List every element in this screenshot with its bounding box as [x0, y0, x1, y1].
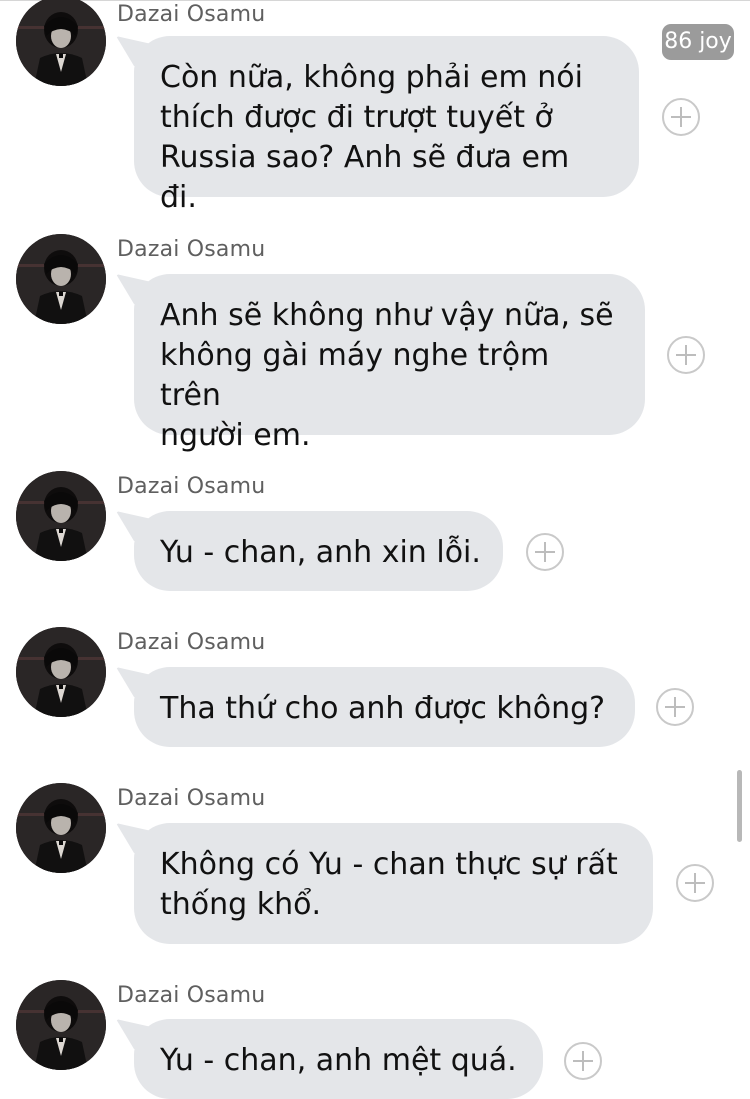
- message-line: Không có Yu - chan thực sự rất: [160, 847, 618, 882]
- chat-thread[interactable]: Dazai Osamu Còn nữa, không phải em nói t…: [0, 0, 750, 1099]
- message-bubble-wrap: Anh sẽ không như vậy nữa, sẽ không gài m…: [134, 274, 645, 453]
- message-line: thống khổ.: [160, 887, 322, 922]
- message-line: Yu - chan, anh xin lỗi.: [160, 535, 481, 570]
- sender-name: Dazai Osamu: [117, 786, 266, 811]
- message-bubble-wrap: Tha thứ cho anh được không?: [134, 667, 635, 747]
- message-bubble-wrap: Còn nữa, không phải em nói thích được đi…: [134, 36, 639, 215]
- avatar-image: [16, 783, 106, 873]
- message-bubble[interactable]: Yu - chan, anh mệt quá.: [134, 1019, 543, 1099]
- sender-avatar[interactable]: [16, 980, 106, 1070]
- avatar-image: [16, 627, 106, 717]
- message-bubble-wrap: Yu - chan, anh xin lỗi.: [134, 511, 503, 591]
- message-line: không gài máy nghe trộm trên: [160, 338, 550, 413]
- sender-avatar[interactable]: [16, 234, 106, 324]
- avatar-image: [16, 471, 106, 561]
- overlay-badge: 86 joy: [662, 24, 734, 60]
- sender-name: Dazai Osamu: [117, 630, 266, 655]
- message-line: Còn nữa, không phải em nói: [160, 60, 583, 95]
- message-bubble[interactable]: Yu - chan, anh xin lỗi.: [134, 511, 503, 591]
- message-bubble[interactable]: Còn nữa, không phải em nói thích được đi…: [134, 36, 639, 215]
- message-bubble[interactable]: Không có Yu - chan thực sự rất thống khổ…: [134, 823, 653, 944]
- add-reaction-button[interactable]: [676, 864, 714, 902]
- add-reaction-button[interactable]: [667, 336, 705, 374]
- message-line: thích được đi trượt tuyết ở: [160, 100, 553, 135]
- avatar-image: [16, 0, 106, 86]
- message-bubble[interactable]: Tha thứ cho anh được không?: [134, 667, 635, 747]
- avatar-image: [16, 234, 106, 324]
- avatar-image: [16, 980, 106, 1070]
- message-line: Anh sẽ không như vậy nữa, sẽ: [160, 298, 614, 333]
- sender-avatar[interactable]: [16, 471, 106, 561]
- sender-name: Dazai Osamu: [117, 2, 266, 27]
- add-reaction-button[interactable]: [656, 688, 694, 726]
- sender-avatar[interactable]: [16, 0, 106, 86]
- add-reaction-button[interactable]: [564, 1042, 602, 1080]
- add-reaction-button[interactable]: [526, 533, 564, 571]
- message-line: Russia sao? Anh sẽ đưa em đi.: [160, 140, 570, 215]
- sender-avatar[interactable]: [16, 783, 106, 873]
- sender-name: Dazai Osamu: [117, 983, 266, 1008]
- message-bubble-wrap: Yu - chan, anh mệt quá.: [134, 1019, 543, 1099]
- message-bubble-wrap: Không có Yu - chan thực sự rất thống khổ…: [134, 823, 653, 944]
- sender-avatar[interactable]: [16, 627, 106, 717]
- message-line: Yu - chan, anh mệt quá.: [160, 1043, 517, 1078]
- message-line: Tha thứ cho anh được không?: [160, 691, 606, 726]
- add-reaction-button[interactable]: [662, 98, 700, 136]
- sender-name: Dazai Osamu: [117, 474, 266, 499]
- message-line: người em.: [160, 418, 311, 453]
- scrollbar-thumb[interactable]: [737, 770, 742, 842]
- sender-name: Dazai Osamu: [117, 237, 266, 262]
- message-bubble[interactable]: Anh sẽ không như vậy nữa, sẽ không gài m…: [134, 274, 645, 453]
